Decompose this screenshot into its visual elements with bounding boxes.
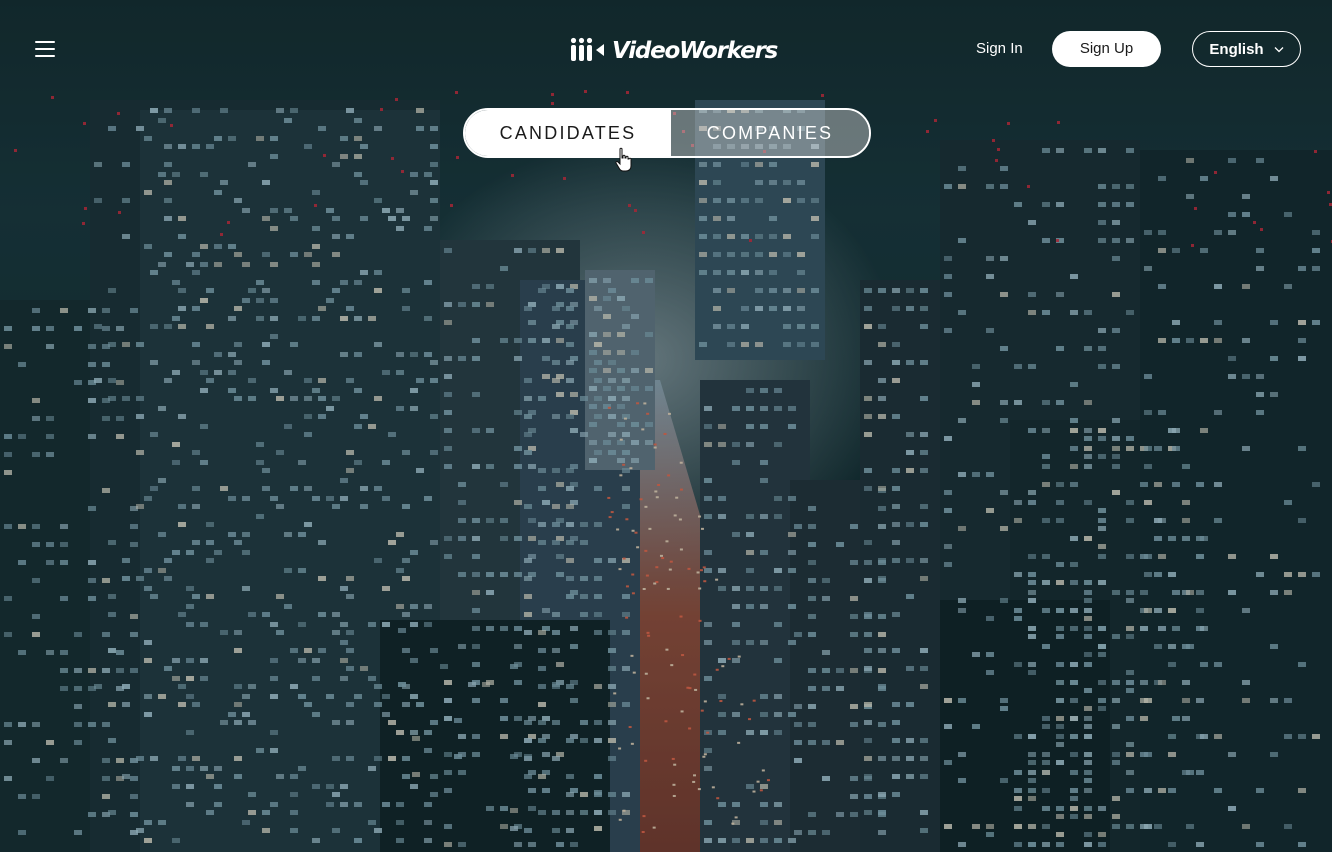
menu-line xyxy=(35,41,55,43)
menu-line xyxy=(35,48,55,50)
language-selected: English xyxy=(1209,40,1264,58)
chevron-down-icon xyxy=(1274,46,1284,52)
audience-toggle: CANDIDATES COMPANIES xyxy=(463,108,871,158)
logo[interactable]: VideoWorkers xyxy=(570,34,778,68)
sign-up-button[interactable]: Sign Up xyxy=(1052,31,1161,67)
logo-text: VideoWorkers xyxy=(612,38,778,64)
hamburger-menu-icon[interactable] xyxy=(26,30,64,68)
menu-line xyxy=(35,55,55,57)
sign-in-link[interactable]: Sign In xyxy=(962,36,1037,62)
tab-candidates[interactable]: CANDIDATES xyxy=(465,110,671,156)
tab-companies[interactable]: COMPANIES xyxy=(671,110,869,156)
hand-pointer-cursor-icon xyxy=(615,147,632,172)
videoworkers-logo-icon xyxy=(570,37,604,61)
language-selector[interactable]: English xyxy=(1192,31,1301,67)
